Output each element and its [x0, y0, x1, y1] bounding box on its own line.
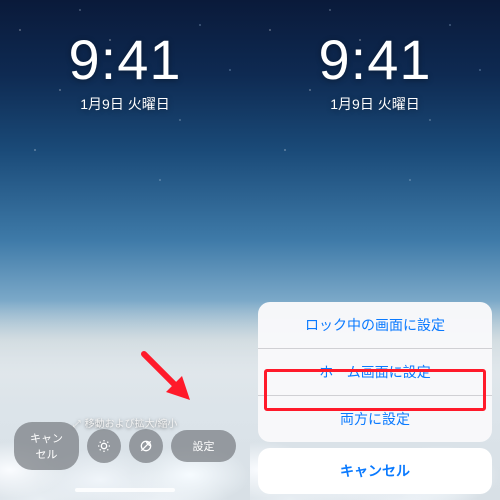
- clock-time: 9:41: [250, 32, 500, 88]
- set-lock-screen-option[interactable]: ロック中の画面に設定: [258, 302, 492, 348]
- home-indicator[interactable]: [75, 488, 175, 492]
- action-sheet: ロック中の画面に設定 ホーム画面に設定 両方に設定 キャンセル: [258, 302, 492, 494]
- motion-off-icon: [138, 438, 154, 454]
- lock-clock: 9:41 1月9日 火曜日: [250, 32, 500, 114]
- lock-clock: 9:41 1月9日 火曜日: [0, 32, 250, 114]
- action-sheet-options: ロック中の画面に設定 ホーム画面に設定 両方に設定: [258, 302, 492, 442]
- perspective-button[interactable]: [129, 429, 163, 463]
- iris-icon: [96, 438, 112, 454]
- clock-time: 9:41: [0, 32, 250, 88]
- set-home-screen-option[interactable]: ホーム画面に設定: [258, 348, 492, 395]
- cancel-button[interactable]: キャンセル: [14, 422, 79, 470]
- wallpaper-clouds: [0, 300, 250, 500]
- wallpaper-preview-screen: 9:41 1月9日 火曜日 ⤢移動および拡大/縮小 キャンセル 設定: [0, 0, 250, 500]
- set-button[interactable]: 設定: [171, 430, 236, 462]
- wallpaper-set-actionsheet-screen: 9:41 1月9日 火曜日 ロック中の画面に設定 ホーム画面に設定 両方に設定 …: [250, 0, 500, 500]
- clock-date: 1月9日 火曜日: [0, 94, 250, 114]
- action-sheet-cancel-button[interactable]: キャンセル: [258, 448, 492, 494]
- appearance-button[interactable]: [87, 429, 121, 463]
- set-both-option[interactable]: 両方に設定: [258, 395, 492, 442]
- preview-toolbar: キャンセル 設定: [14, 422, 236, 470]
- clock-date: 1月9日 火曜日: [250, 94, 500, 114]
